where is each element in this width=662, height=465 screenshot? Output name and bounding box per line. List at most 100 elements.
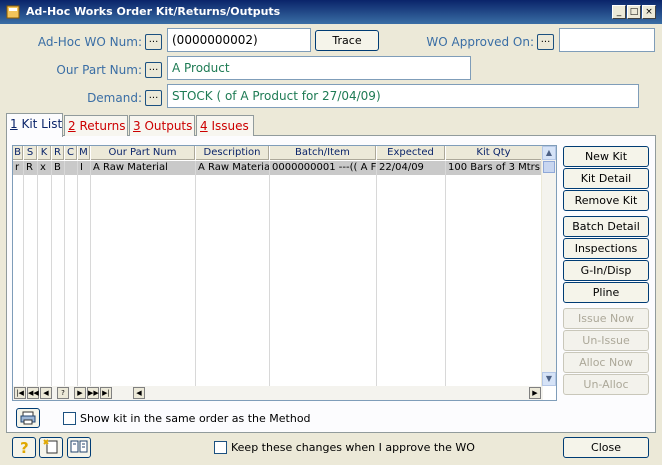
col-header-part-num[interactable]: Our Part Num <box>91 146 195 160</box>
nav-last-icon[interactable]: ▶| <box>100 387 112 399</box>
minimize-button[interactable]: _ <box>612 5 626 19</box>
column-divider <box>376 161 377 389</box>
nav-next-page-icon[interactable]: ▶▶ <box>87 387 99 399</box>
window-title: Ad-Hoc Works Order Kit/Returns/Outputs <box>26 5 281 18</box>
help-icon: ? <box>20 439 29 457</box>
app-icon <box>6 5 20 19</box>
un-issue-button[interactable]: Un-Issue <box>563 330 649 351</box>
nav-prev-icon[interactable]: ◀ <box>40 387 52 399</box>
cell-description: A Raw Material <box>198 162 269 173</box>
wo-num-lookup-button[interactable]: ... <box>145 34 162 50</box>
col-header-kit-qty[interactable]: Kit Qty <box>446 146 542 160</box>
column-divider <box>23 161 24 389</box>
column-divider <box>269 161 270 389</box>
tab-issues[interactable]: 4 Issues <box>196 115 254 136</box>
kit-grid[interactable]: B S K R C M Our Part Num Description Bat… <box>12 145 557 401</box>
remove-kit-button[interactable]: Remove Kit <box>563 190 649 211</box>
tab-outputs[interactable]: 3 Outputs <box>129 115 195 136</box>
col-header-s[interactable]: S <box>24 146 37 160</box>
grid-vertical-scrollbar[interactable]: ▲ ▼ <box>541 146 556 386</box>
column-divider <box>195 161 196 389</box>
new-document-button[interactable] <box>39 437 63 458</box>
tab-kit-list[interactable]: 1 Kit List <box>6 113 63 137</box>
close-window-button[interactable]: × <box>642 5 656 19</box>
cell-expected: 22/04/09 <box>379 162 424 173</box>
wo-num-label: Ad-Hoc WO Num: <box>37 35 142 49</box>
form-view-icon <box>70 440 88 453</box>
cell-m: I <box>80 162 83 173</box>
cell-batch-item: 0000000001 ---(( A F <box>272 162 376 173</box>
nav-next-icon[interactable]: ▶ <box>74 387 86 399</box>
hscroll-left-arrow-icon[interactable]: ◀ <box>133 387 145 399</box>
col-header-batch-item[interactable]: Batch/Item <box>270 146 376 160</box>
table-row[interactable]: r R x B I A Raw Material A Raw Material … <box>13 161 543 175</box>
col-header-r[interactable]: R <box>52 146 64 160</box>
column-divider <box>77 161 78 389</box>
title-bar: Ad-Hoc Works Order Kit/Returns/Outputs _… <box>0 0 662 24</box>
tab-outputs-label: Outputs <box>140 119 193 133</box>
help-button[interactable]: ? <box>12 437 36 458</box>
cell-b: r <box>15 162 20 173</box>
col-header-b[interactable]: B <box>13 146 23 160</box>
demand-label: Demand: <box>87 91 142 105</box>
alloc-now-button[interactable]: Alloc Now <box>563 352 649 373</box>
column-divider <box>37 161 38 389</box>
inspections-button[interactable]: Inspections <box>563 238 649 259</box>
keep-changes-label: Keep these changes when I approve the WO <box>231 441 475 454</box>
cell-k: x <box>40 162 46 173</box>
cell-c <box>65 161 77 175</box>
cell-s: R <box>26 162 33 173</box>
tab-kit-list-label: Kit List <box>17 117 63 131</box>
kit-detail-button[interactable]: Kit Detail <box>563 168 649 189</box>
issue-now-button[interactable]: Issue Now <box>563 308 649 329</box>
approved-on-field[interactable] <box>559 28 655 52</box>
grid-header: B S K R C M Our Part Num Description Bat… <box>13 146 543 160</box>
tab-issues-label: Issues <box>207 119 249 133</box>
col-header-m[interactable]: M <box>78 146 90 160</box>
printer-icon <box>20 411 36 425</box>
tab-outputs-hotkey: 3 <box>133 119 141 133</box>
part-num-field[interactable]: A Product <box>167 56 471 80</box>
keep-changes-checkbox[interactable] <box>214 441 227 454</box>
nav-first-icon[interactable]: |◀ <box>14 387 26 399</box>
batch-detail-button[interactable]: Batch Detail <box>563 216 649 237</box>
wo-num-field[interactable]: (0000000002) <box>167 28 311 52</box>
tab-returns-label: Returns <box>75 119 126 133</box>
column-divider <box>64 161 65 389</box>
show-kit-order-checkbox[interactable] <box>63 412 76 425</box>
scroll-up-arrow-icon[interactable]: ▲ <box>542 146 556 160</box>
col-header-expected[interactable]: Expected <box>377 146 445 160</box>
scroll-down-arrow-icon[interactable]: ▼ <box>542 372 556 386</box>
maximize-button[interactable]: □ <box>627 5 641 19</box>
demand-lookup-button[interactable]: ... <box>145 90 162 106</box>
close-button[interactable]: Close <box>563 437 649 458</box>
print-button[interactable] <box>16 408 40 428</box>
nav-help-icon[interactable]: ? <box>57 387 69 399</box>
svg-text:?: ? <box>20 439 29 455</box>
cell-part-num: A Raw Material <box>93 162 168 173</box>
tab-returns-hotkey: 2 <box>68 119 76 133</box>
g-in-disp-button[interactable]: G-In/Disp <box>563 260 649 281</box>
hscroll-right-arrow-icon[interactable]: ▶ <box>529 387 541 399</box>
col-header-c[interactable]: C <box>65 146 77 160</box>
scroll-thumb[interactable] <box>543 161 555 173</box>
demand-field[interactable]: STOCK ( of A Product for 27/04/09) <box>167 84 639 108</box>
form-view-button[interactable] <box>67 437 91 458</box>
col-header-description[interactable]: Description <box>196 146 269 160</box>
part-num-lookup-button[interactable]: ... <box>145 62 162 78</box>
part-num-label: Our Part Num: <box>56 63 142 77</box>
show-kit-order-label: Show kit in the same order as the Method <box>80 412 311 425</box>
nav-prev-page-icon[interactable]: ◀◀ <box>27 387 39 399</box>
column-divider <box>90 161 91 389</box>
tab-issues-hotkey: 4 <box>200 119 208 133</box>
col-header-k[interactable]: K <box>38 146 51 160</box>
trace-button[interactable]: Trace <box>315 30 379 51</box>
column-divider <box>51 161 52 389</box>
tab-returns[interactable]: 2 Returns <box>64 115 128 136</box>
pline-button[interactable]: Pline <box>563 282 649 303</box>
un-alloc-button[interactable]: Un-Alloc <box>563 374 649 395</box>
approved-on-lookup-button[interactable]: ... <box>537 34 554 50</box>
new-kit-button[interactable]: New Kit <box>563 146 649 167</box>
cell-r: B <box>54 162 61 173</box>
cell-kit-qty: 100 Bars of 3 Mtrs <box>448 162 540 173</box>
